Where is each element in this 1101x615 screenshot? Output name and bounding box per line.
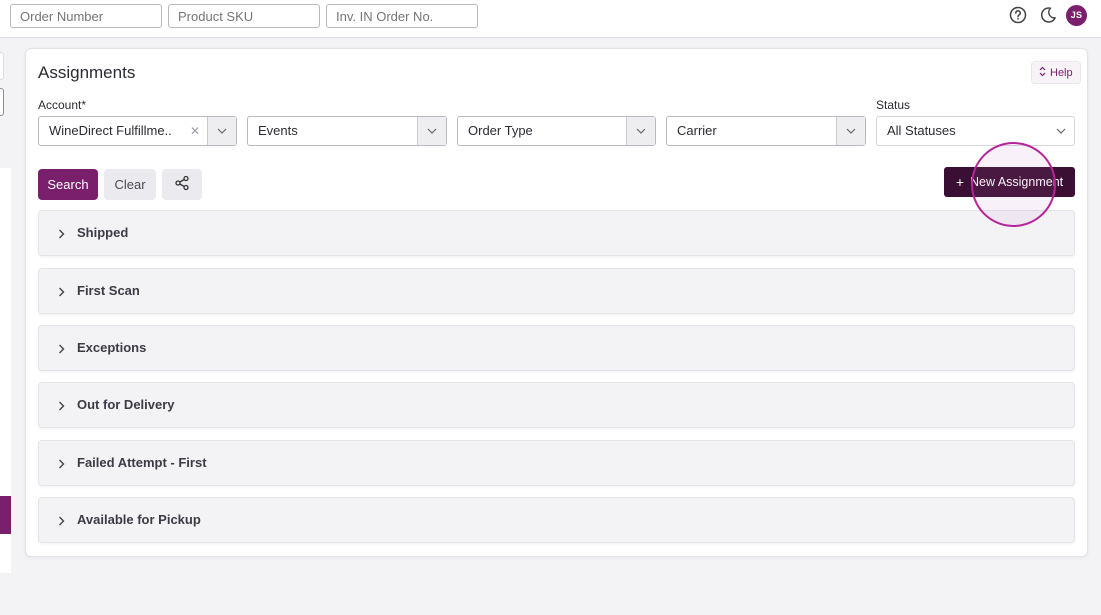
section-label: Shipped: [77, 225, 129, 240]
section-label: Available for Pickup: [77, 512, 201, 527]
search-button[interactable]: Search: [38, 169, 98, 200]
left-nav-edge-input[interactable]: [0, 88, 4, 116]
avatar[interactable]: JS: [1066, 5, 1087, 26]
help-button[interactable]: Help: [1031, 61, 1081, 84]
chevron-down-icon[interactable]: [207, 117, 236, 145]
clear-button-label: Clear: [114, 177, 146, 192]
sort-arrows-icon: [1039, 66, 1046, 80]
help-circle-icon[interactable]: [1008, 5, 1028, 25]
order-type-value: Order Type: [468, 123, 533, 138]
section-label: Exceptions: [77, 340, 147, 355]
chevron-right-icon: [55, 456, 67, 472]
left-nav-active-item[interactable]: [0, 496, 11, 534]
section-label: Out for Delivery: [77, 397, 175, 412]
share-button[interactable]: [162, 169, 202, 200]
top-bar: JS: [0, 0, 1101, 38]
section-available-for-pickup[interactable]: Available for Pickup: [38, 497, 1075, 543]
section-out-for-delivery[interactable]: Out for Delivery: [38, 382, 1075, 428]
chevron-down-icon[interactable]: [836, 117, 865, 145]
section-exceptions[interactable]: Exceptions: [38, 325, 1075, 371]
section-label: Failed Attempt - First: [77, 455, 207, 470]
search-button-label: Search: [47, 177, 89, 192]
chevron-right-icon: [55, 398, 67, 414]
clear-x-icon[interactable]: ✕: [190, 117, 200, 145]
share-icon: [174, 175, 190, 194]
section-label: First Scan: [77, 283, 140, 298]
click-highlight-ring: [971, 142, 1056, 227]
inv-order-number-input[interactable]: [326, 4, 478, 28]
assignments-card: Assignments Help Account* Status WineDir…: [25, 48, 1088, 557]
moon-icon[interactable]: [1038, 5, 1058, 25]
section-shipped[interactable]: Shipped: [38, 210, 1075, 256]
order-type-select[interactable]: Order Type: [457, 116, 656, 146]
carrier-select[interactable]: Carrier: [666, 116, 866, 146]
status-value: All Statuses: [887, 123, 956, 138]
left-nav-edge[interactable]: [0, 52, 4, 80]
section-first-scan[interactable]: First Scan: [38, 268, 1075, 314]
chevron-right-icon: [55, 513, 67, 529]
carrier-value: Carrier: [677, 123, 717, 138]
page-title: Assignments: [38, 63, 136, 82]
status-label: Status: [876, 98, 911, 112]
order-number-input[interactable]: [10, 4, 162, 28]
status-select[interactable]: All Statuses: [876, 116, 1075, 146]
account-select[interactable]: WineDirect Fulfillme... ✕: [38, 116, 237, 146]
account-label: Account*: [38, 98, 87, 112]
chevron-down-icon[interactable]: [417, 117, 446, 145]
chevron-right-icon: [55, 284, 67, 300]
chevron-right-icon: [55, 226, 67, 242]
events-value: Events: [258, 123, 298, 138]
product-sku-input[interactable]: [168, 4, 320, 28]
help-label: Help: [1050, 66, 1073, 79]
section-failed-attempt-first[interactable]: Failed Attempt - First: [38, 440, 1075, 486]
chevron-down-icon[interactable]: [626, 117, 655, 145]
plus-icon: +: [955, 174, 965, 190]
events-select[interactable]: Events: [247, 116, 447, 146]
chevron-right-icon: [55, 341, 67, 357]
account-value: WineDirect Fulfillme...: [49, 123, 171, 138]
chevron-down-icon[interactable]: [1056, 117, 1066, 145]
clear-button[interactable]: Clear: [104, 169, 156, 200]
